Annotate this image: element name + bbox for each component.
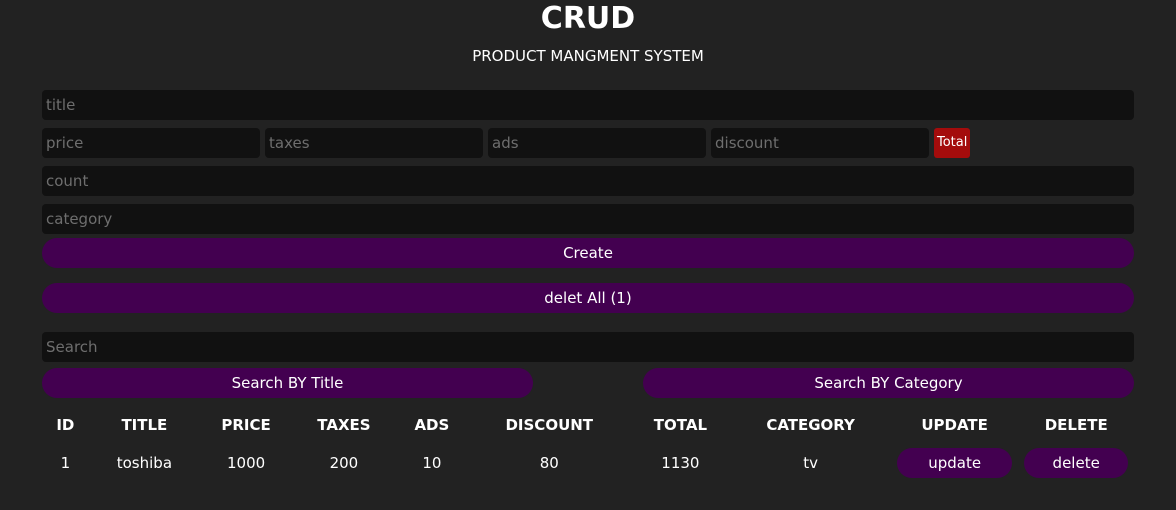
create-button[interactable]: Create (42, 238, 1134, 268)
product-form: Total Create delet All (1) (42, 90, 1134, 313)
count-input[interactable] (42, 166, 1134, 196)
discount-input[interactable] (711, 128, 929, 158)
column-header-total: TOTAL (653, 416, 707, 434)
category-input[interactable] (42, 204, 1134, 234)
column-header-title: TITLE (121, 416, 168, 434)
cell-title: toshiba (116, 454, 173, 472)
products-table: ID TITLE PRICE TAXES ADS DISCOUNT TOTAL … (42, 406, 1134, 482)
title-input[interactable] (42, 90, 1134, 120)
ads-input[interactable] (488, 128, 706, 158)
search-section: Search BY Title Search BY Category (42, 332, 1134, 398)
cell-ads: 10 (422, 454, 442, 472)
cell-taxes: 200 (329, 454, 359, 472)
delete-button[interactable]: delete (1024, 448, 1129, 478)
cell-price: 1000 (226, 454, 266, 472)
search-buttons: Search BY Title Search BY Category (42, 368, 1134, 398)
price-row: Total (42, 128, 1134, 158)
column-header-taxes: TAXES (317, 416, 371, 434)
price-input[interactable] (42, 128, 260, 158)
total-badge: Total (934, 128, 971, 158)
search-by-title-button[interactable]: Search BY Title (42, 368, 533, 398)
header: CRUD PRODUCT MANGMENT SYSTEM (42, 0, 1134, 74)
table-header-row: ID TITLE PRICE TAXES ADS DISCOUNT TOTAL … (42, 406, 1134, 444)
cell-delete: delete (1018, 444, 1134, 482)
column-header-id: ID (56, 416, 75, 434)
delete-all-button[interactable]: delet All (1) (42, 283, 1134, 313)
taxes-input[interactable] (265, 128, 483, 158)
app-container: CRUD PRODUCT MANGMENT SYSTEM Total Creat… (42, 0, 1134, 482)
update-button[interactable]: update (897, 448, 1013, 478)
column-header-ads: ADS (414, 416, 450, 434)
page-subtitle: PRODUCT MANGMENT SYSTEM (472, 47, 704, 65)
cell-discount: 80 (539, 454, 559, 472)
cell-category: tv (803, 454, 818, 472)
cell-update: update (891, 444, 1018, 482)
cell-id: 1 (60, 454, 71, 472)
page-title: CRUD (540, 1, 636, 36)
search-by-category-button[interactable]: Search BY Category (643, 368, 1134, 398)
cell-total: 1130 (661, 454, 700, 472)
column-header-price: PRICE (221, 416, 271, 434)
column-header-category: CATEGORY (766, 416, 855, 434)
column-header-discount: DISCOUNT (505, 416, 594, 434)
column-header-delete: DELETE (1044, 416, 1108, 434)
search-input[interactable] (42, 332, 1134, 362)
table-row: 1 toshiba 1000 200 10 80 1130 tv update … (42, 444, 1134, 482)
column-header-update: UPDATE (921, 416, 988, 434)
